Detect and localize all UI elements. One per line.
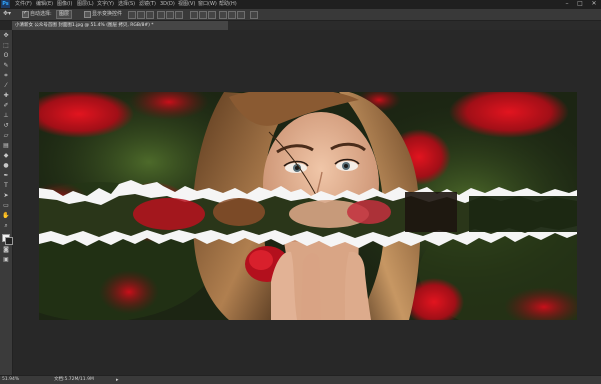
align-top-icon[interactable] (128, 11, 136, 19)
menu-edit[interactable]: 编辑(E) (36, 1, 53, 8)
rectangle-tool-icon[interactable]: ▭ (2, 202, 10, 210)
background-color-swatch[interactable] (5, 237, 13, 245)
minimize-button[interactable]: – (562, 0, 572, 8)
clone-stamp-tool-icon[interactable]: ⊥ (2, 112, 10, 120)
zoom-tool-icon[interactable]: ⌕ (2, 222, 10, 230)
menu-bar: Ps 文件(F) 编辑(E) 图像(I) 图层(L) 文字(Y) 选择(S) 滤… (0, 0, 601, 9)
align-left-icon[interactable] (157, 11, 165, 19)
auto-align-icon[interactable] (250, 11, 258, 19)
distribute-top-icon[interactable] (190, 11, 198, 19)
healing-brush-tool-icon[interactable]: ✚ (2, 92, 10, 100)
crop-tool-icon[interactable]: ⌗ (2, 72, 10, 80)
lasso-tool-icon[interactable]: ʘ (2, 52, 10, 60)
show-transform-checkbox[interactable] (84, 11, 91, 18)
distribute-vcenter-icon[interactable] (199, 11, 207, 19)
menu-window[interactable]: 窗口(W) (198, 1, 217, 8)
auto-select-label: 自动选择: (30, 11, 52, 17)
canvas-area[interactable] (13, 30, 601, 375)
gradient-tool-icon[interactable]: ▤ (2, 142, 10, 150)
path-select-tool-icon[interactable]: ➤ (2, 192, 10, 200)
menu-help[interactable]: 帮助(H) (219, 1, 237, 8)
history-brush-tool-icon[interactable]: ↺ (2, 122, 10, 130)
eraser-tool-icon[interactable]: ▱ (2, 132, 10, 140)
type-tool-icon[interactable]: T (2, 182, 10, 190)
screen-mode-icon[interactable]: ▣ (2, 256, 10, 264)
close-button[interactable]: ✕ (589, 0, 599, 8)
marquee-tool-icon[interactable]: ⬚ (2, 42, 10, 50)
quick-mask-icon[interactable]: ◙ (2, 246, 10, 254)
align-hcenter-icon[interactable] (166, 11, 174, 19)
document-tab-bar: 小清新女 公众号首图 封面图1.jpg @ 51.4% (图层 拷贝, RGB/… (12, 21, 601, 30)
photoshop-logo: Ps (1, 0, 10, 8)
quick-select-tool-icon[interactable]: ✎ (2, 62, 10, 70)
distribute-hcenter-icon[interactable] (228, 11, 236, 19)
menu-select[interactable]: 选择(S) (118, 1, 135, 8)
align-vcenter-icon[interactable] (137, 11, 145, 19)
menu-image[interactable]: 图像(I) (57, 1, 72, 8)
pen-tool-icon[interactable]: ✒ (2, 172, 10, 180)
document-image[interactable] (39, 92, 577, 320)
menu-3d[interactable]: 3D(D) (160, 1, 175, 8)
move-tool-preset-icon[interactable]: ✥▾ (3, 10, 11, 18)
menu-filter[interactable]: 滤镜(T) (139, 1, 156, 8)
show-transform-label: 显示变换控件 (92, 11, 123, 17)
move-tool-icon[interactable]: ✥ (2, 32, 10, 40)
distribute-right-icon[interactable] (237, 11, 245, 19)
photo-canvas (39, 92, 577, 320)
menu-view[interactable]: 视图(V) (178, 1, 195, 8)
hand-tool-icon[interactable]: ✋ (2, 212, 10, 220)
distribute-left-icon[interactable] (219, 11, 227, 19)
eyedropper-tool-icon[interactable]: ⁄ (2, 82, 10, 90)
options-bar: ✥▾ 自动选择: 图层 显示变换控件 (0, 9, 601, 21)
menu-type[interactable]: 文字(Y) (97, 1, 114, 8)
auto-select-dropdown[interactable]: 图层 (56, 10, 73, 19)
align-right-icon[interactable] (175, 11, 183, 19)
menu-layer[interactable]: 图层(L) (77, 1, 94, 8)
distribute-bottom-icon[interactable] (208, 11, 216, 19)
align-bottom-icon[interactable] (146, 11, 154, 19)
menu-file[interactable]: 文件(F) (15, 1, 32, 8)
brush-tool-icon[interactable]: ✐ (2, 102, 10, 110)
maximize-button[interactable]: □ (575, 0, 585, 8)
dodge-tool-icon[interactable]: ● (2, 162, 10, 170)
auto-select-checkbox[interactable] (22, 10, 29, 18)
tools-panel: ✥ ⬚ ʘ ✎ ⌗ ⁄ ✚ ✐ ⊥ ↺ ▱ ▤ ◆ ● ✒ T ➤ ▭ ✋ ⌕ … (0, 30, 13, 375)
blur-tool-icon[interactable]: ◆ (2, 152, 10, 160)
document-tab[interactable]: 小清新女 公众号首图 封面图1.jpg @ 51.4% (图层 拷贝, RGB/… (12, 21, 228, 30)
